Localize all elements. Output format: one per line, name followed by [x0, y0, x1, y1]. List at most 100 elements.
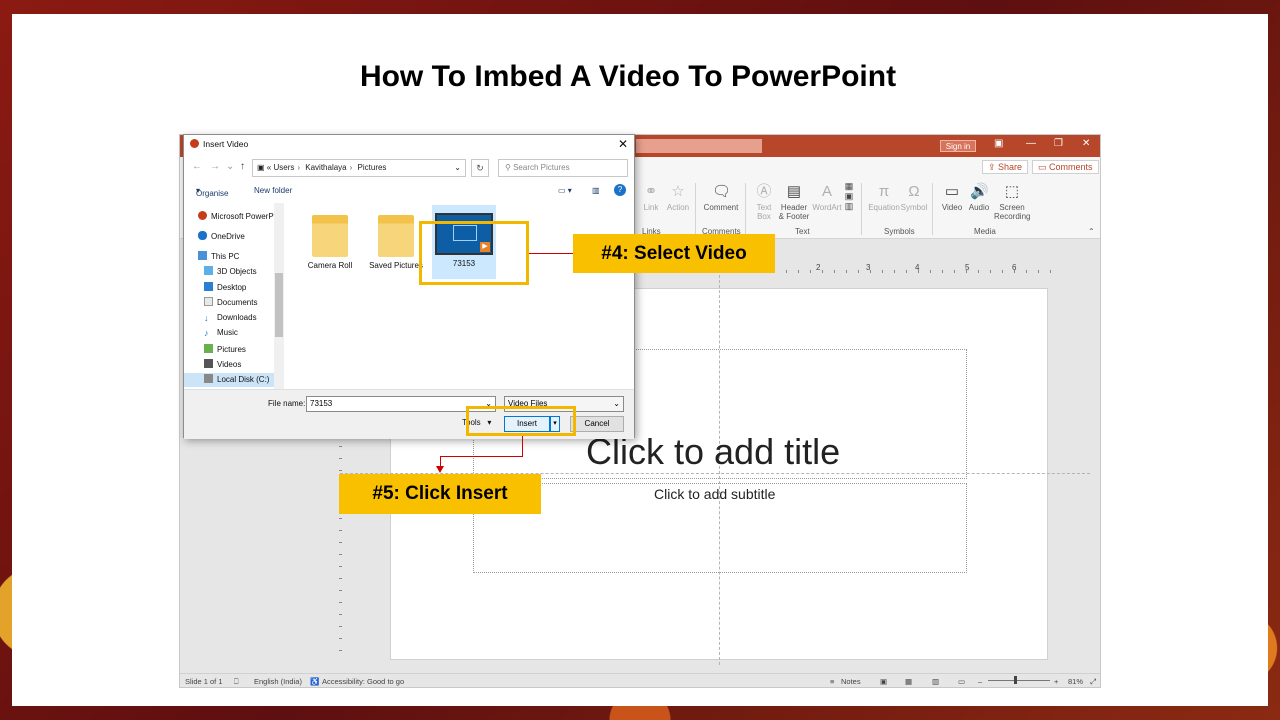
- search-placeholder: Search Pictures: [513, 163, 570, 172]
- cube-icon: [204, 266, 213, 275]
- address-bar[interactable]: ▣ « Users › Kavithalaya › Pictures ⌄: [252, 159, 466, 177]
- nav-item-this-pc[interactable]: This PC: [198, 251, 239, 261]
- dialog-close-icon[interactable]: ✕: [618, 137, 628, 151]
- nav-item-powerpoint[interactable]: Microsoft PowerP: [198, 211, 274, 221]
- help-icon[interactable]: ?: [614, 184, 626, 196]
- subtitle-placeholder-text: Click to add subtitle: [654, 486, 776, 502]
- minimize-icon[interactable]: —: [1026, 138, 1036, 149]
- file-name-label: File name:: [268, 399, 306, 408]
- symbol-button[interactable]: Ω Symbol: [898, 183, 930, 212]
- navigation-pane: Microsoft PowerP OneDrive This PC 3D Obj…: [184, 203, 284, 389]
- search-input[interactable]: ⚲ Search Pictures: [498, 159, 628, 177]
- zoom-slider-thumb[interactable]: [1014, 676, 1017, 684]
- comment-button[interactable]: 🗨 Comment: [702, 183, 740, 212]
- link-icon: ⚭: [644, 183, 658, 200]
- pi-icon: π: [878, 183, 890, 200]
- path-segment[interactable]: Kavithalaya: [305, 163, 346, 172]
- view-options-icon[interactable]: ▭ ▾: [558, 186, 572, 195]
- nav-item-label: Documents: [217, 298, 258, 307]
- spell-check-icon[interactable]: ⎕: [234, 677, 239, 687]
- maximize-icon[interactable]: ❐: [1054, 138, 1063, 149]
- file-label: Camera Roll: [307, 261, 353, 270]
- status-bar: Slide 1 of 1 ⎕ English (India) ♿ Accessi…: [180, 673, 1100, 687]
- header-footer-button[interactable]: ▤ Header & Footer: [776, 183, 812, 221]
- address-dropdown-icon[interactable]: ⌄: [454, 160, 461, 176]
- close-icon[interactable]: ✕: [1082, 138, 1090, 149]
- zoom-in-icon[interactable]: +: [1054, 677, 1058, 686]
- ribbon-separator: [695, 183, 696, 235]
- nav-item-videos[interactable]: Videos: [204, 359, 241, 369]
- nav-item-documents[interactable]: Documents: [204, 297, 257, 307]
- horizontal-ruler: 2 3 4 5 6: [726, 263, 1056, 273]
- fit-slide-icon[interactable]: ⤢: [1090, 677, 1096, 687]
- slide-sorter-icon[interactable]: ▦: [905, 677, 912, 686]
- slideshow-icon[interactable]: ▭: [958, 677, 965, 686]
- audio-button[interactable]: 🔊 Audio: [963, 183, 995, 212]
- zoom-out-icon[interactable]: –: [978, 677, 982, 686]
- nav-item-label: Downloads: [217, 313, 257, 322]
- up-arrow-icon[interactable]: ↑: [240, 161, 245, 172]
- picture-icon: [204, 344, 213, 353]
- audio-icon: 🔊: [970, 183, 989, 200]
- nav-item-label: 3D Objects: [217, 267, 257, 276]
- reading-view-icon[interactable]: ▥: [932, 677, 939, 686]
- sign-in-button[interactable]: Sign in: [940, 140, 976, 152]
- equation-label: Equation: [868, 203, 900, 212]
- action-button[interactable]: ☆ Action: [662, 183, 694, 212]
- powerpoint-icon: [198, 211, 207, 220]
- language-status[interactable]: English (India): [254, 677, 302, 686]
- screen-recording-button[interactable]: ⬚ Screen Recording: [994, 183, 1030, 221]
- collapse-ribbon-icon[interactable]: ⌃: [1088, 227, 1095, 236]
- nav-item-music[interactable]: ♪ Music: [204, 328, 238, 338]
- comments-button[interactable]: ▭ Comments: [1032, 160, 1099, 174]
- zoom-level[interactable]: 81%: [1068, 677, 1083, 686]
- notes-button[interactable]: Notes: [841, 677, 861, 686]
- wordart-button[interactable]: A WordArt: [810, 183, 844, 212]
- preview-pane-icon[interactable]: ▥: [592, 186, 600, 195]
- path-segment[interactable]: Pictures: [358, 163, 387, 172]
- disk-icon: [204, 374, 213, 383]
- ruler-mark: 3: [866, 263, 871, 272]
- video-label: Video: [941, 203, 963, 212]
- cloud-icon: [198, 231, 207, 240]
- nav-item-downloads[interactable]: ↓ Downloads: [204, 313, 257, 323]
- path-segment[interactable]: Users: [273, 163, 294, 172]
- zoom-slider[interactable]: [988, 680, 1050, 681]
- normal-view-icon[interactable]: ▣: [880, 677, 887, 686]
- symbol-label: Symbol: [900, 203, 928, 212]
- nav-item-onedrive[interactable]: OneDrive: [198, 231, 245, 241]
- ruler-mark: 6: [1012, 263, 1017, 272]
- share-label: Share: [998, 162, 1023, 172]
- ppt-search-box[interactable]: [636, 139, 762, 153]
- forward-arrow-icon[interactable]: →: [210, 161, 220, 172]
- nav-scrollbar-thumb[interactable]: [275, 273, 283, 337]
- path-separator-icon: ›: [349, 163, 353, 172]
- text-box-icon: Ⓐ: [756, 183, 772, 200]
- text-extra-icons[interactable]: ▦ ▣ ▥: [840, 181, 856, 217]
- ribbon-display-icon[interactable]: ▣: [994, 138, 1003, 149]
- nav-item-desktop[interactable]: Desktop: [204, 282, 246, 292]
- computer-icon: [198, 251, 207, 260]
- nav-item-label: OneDrive: [211, 232, 245, 241]
- dialog-title: Insert Video: [190, 139, 248, 149]
- equation-button[interactable]: π Equation: [866, 183, 902, 212]
- back-arrow-icon[interactable]: ←: [192, 161, 202, 172]
- comment-icon: 🗨: [712, 183, 732, 200]
- slide-title: How To Imbed A Video To PowerPoint: [359, 60, 897, 93]
- header-label-2: & Footer: [778, 212, 810, 221]
- new-folder-button[interactable]: New folder: [254, 186, 292, 195]
- accessibility-status[interactable]: Accessibility: Good to go: [322, 677, 404, 686]
- nav-item-local-disk[interactable]: Local Disk (C:): [184, 373, 276, 387]
- screen-recording-icon: ⬚: [1004, 183, 1020, 200]
- recent-locations-icon[interactable]: ⌄: [226, 161, 234, 172]
- nav-scrollbar[interactable]: [274, 203, 284, 389]
- nav-item-3d-objects[interactable]: 3D Objects: [204, 266, 257, 276]
- organise-menu[interactable]: Organise ▾: [196, 186, 228, 198]
- nav-item-pictures[interactable]: Pictures: [204, 344, 246, 354]
- select-video-highlight: [419, 221, 529, 285]
- cancel-button[interactable]: Cancel: [570, 416, 624, 432]
- share-button[interactable]: ⇪ Share: [982, 160, 1029, 174]
- refresh-icon[interactable]: ↻: [471, 159, 489, 177]
- folder-camera-roll[interactable]: Camera Roll: [298, 207, 362, 270]
- group-text-label: Text: [795, 227, 810, 236]
